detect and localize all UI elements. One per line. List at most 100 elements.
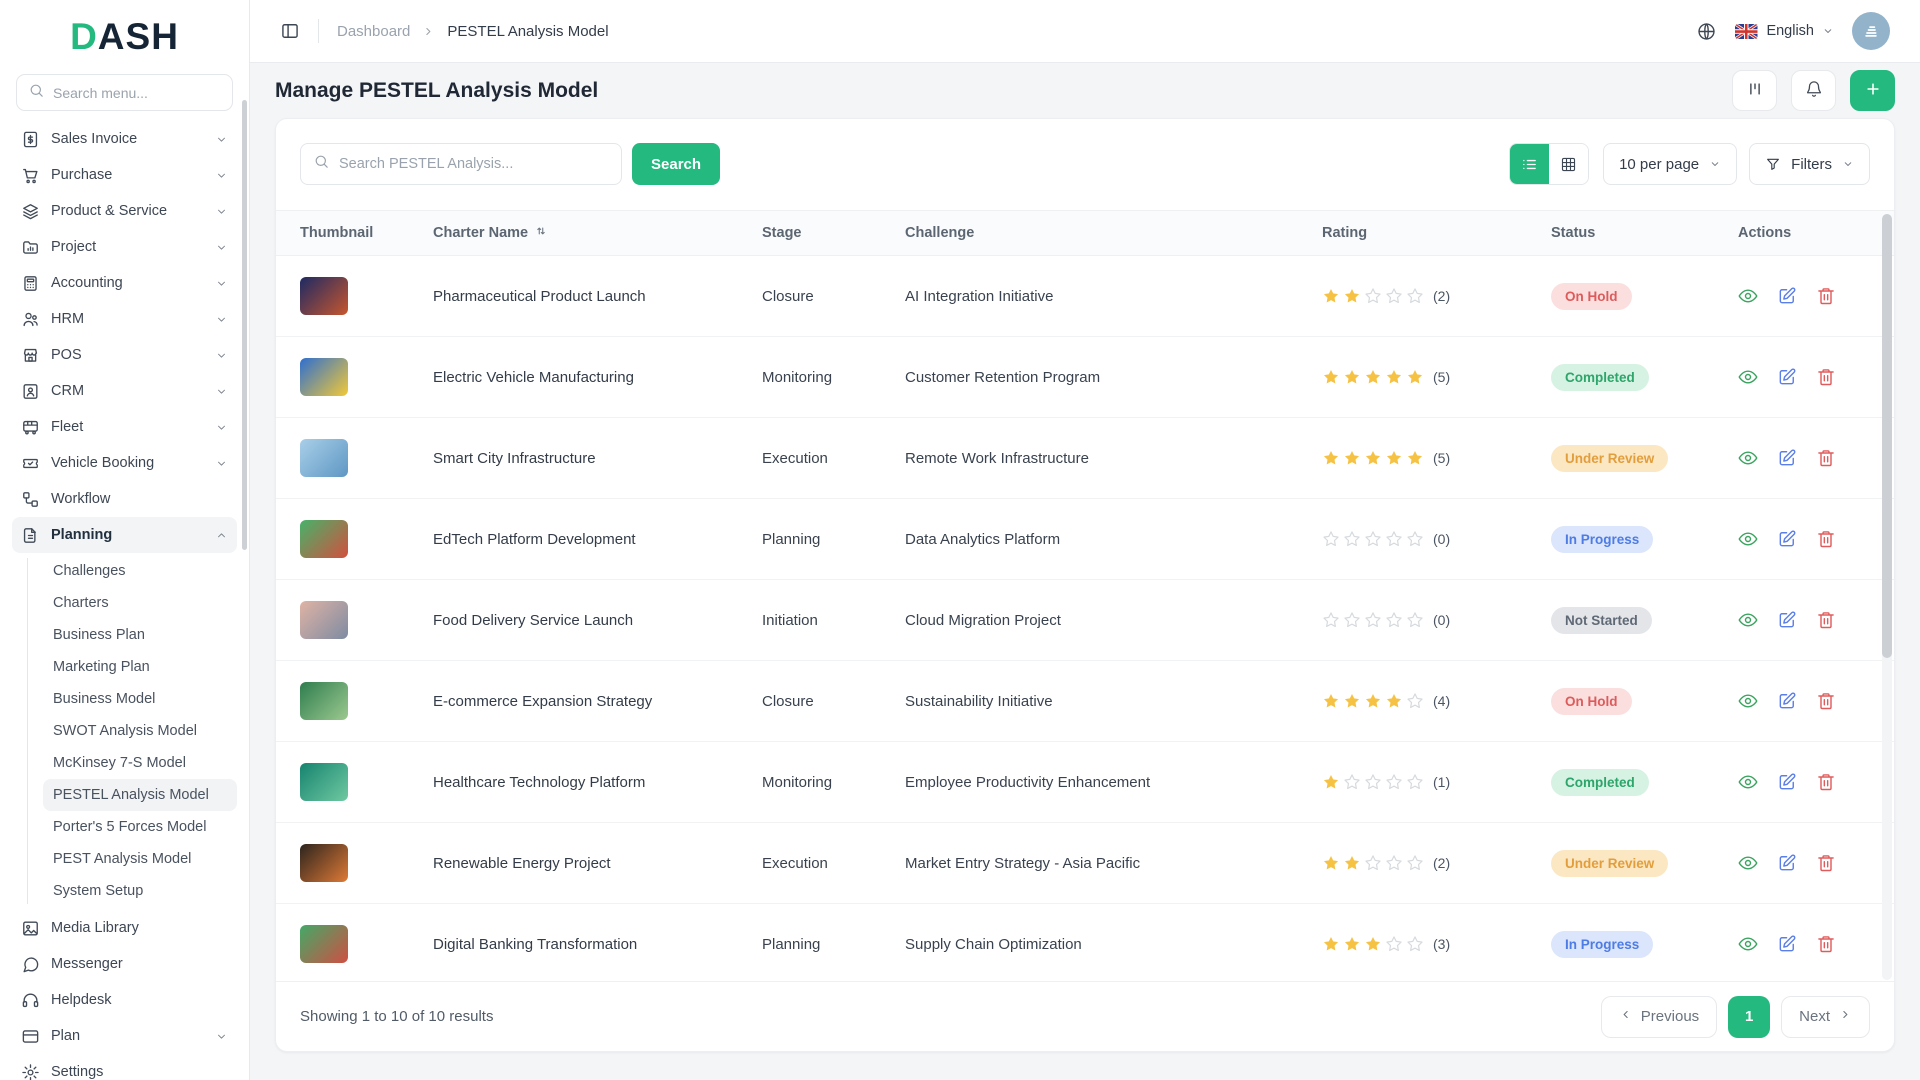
grid-view-button[interactable] xyxy=(1549,144,1589,184)
sidebar-item-label: Purchase xyxy=(51,167,113,183)
cell-actions xyxy=(1738,286,1870,306)
edit-button[interactable] xyxy=(1777,448,1797,468)
sidebar-item-crm[interactable]: CRM xyxy=(12,373,237,409)
delete-button[interactable] xyxy=(1816,610,1836,630)
kanban-view-button[interactable] xyxy=(1732,70,1777,111)
sidebar-subitem-pestel-analysis-model[interactable]: PESTEL Analysis Model xyxy=(43,779,237,811)
sidebar-item-media-library[interactable]: Media Library xyxy=(12,910,237,946)
previous-page-button[interactable]: Previous xyxy=(1600,995,1718,1038)
sidebar-item-project[interactable]: Project xyxy=(12,229,237,265)
star-empty-icon xyxy=(1344,774,1360,790)
view-button[interactable] xyxy=(1738,448,1758,468)
sidebar-item-messenger[interactable]: Messenger xyxy=(12,946,237,982)
sidebar-item-sales-invoice[interactable]: Sales Invoice xyxy=(12,121,237,157)
sidebar-item-planning[interactable]: Planning xyxy=(12,517,237,553)
delete-button[interactable] xyxy=(1816,367,1836,387)
notifications-button[interactable] xyxy=(1791,70,1836,111)
sidebar-search[interactable] xyxy=(16,74,233,111)
sidebar-subitem-business-model[interactable]: Business Model xyxy=(43,683,237,715)
user-avatar[interactable] xyxy=(1852,12,1890,50)
table-search-input[interactable] xyxy=(339,156,609,172)
bell-icon xyxy=(1805,80,1823,101)
sidebar-subitem-pest-analysis-model[interactable]: PEST Analysis Model xyxy=(43,843,237,875)
sidebar-subitem-swot-analysis-model[interactable]: SWOT Analysis Model xyxy=(43,715,237,747)
sidebar-subitem-charters[interactable]: Charters xyxy=(43,587,237,619)
edit-button[interactable] xyxy=(1777,610,1797,630)
sidebar-item-purchase[interactable]: Purchase xyxy=(12,157,237,193)
view-button[interactable] xyxy=(1738,610,1758,630)
view-button[interactable] xyxy=(1738,934,1758,954)
table-scrollbar-thumb[interactable] xyxy=(1882,214,1892,659)
edit-button[interactable] xyxy=(1777,529,1797,549)
search-button[interactable]: Search xyxy=(632,143,721,185)
view-button[interactable] xyxy=(1738,367,1758,387)
rating-count: (2) xyxy=(1433,288,1451,304)
delete-button[interactable] xyxy=(1816,286,1836,306)
star-empty-icon xyxy=(1365,774,1381,790)
chevron-down-icon xyxy=(215,277,228,290)
header-status: Status xyxy=(1551,225,1596,241)
next-page-button[interactable]: Next xyxy=(1781,995,1870,1038)
delete-button[interactable] xyxy=(1816,853,1836,873)
globe-icon[interactable] xyxy=(1696,21,1717,42)
edit-button[interactable] xyxy=(1777,367,1797,387)
delete-button[interactable] xyxy=(1816,691,1836,711)
header-actions: Actions xyxy=(1738,225,1792,241)
per-page-select[interactable]: 10 per page xyxy=(1603,143,1738,185)
sidebar-scrollbar[interactable] xyxy=(242,100,247,550)
view-button[interactable] xyxy=(1738,286,1758,306)
view-button[interactable] xyxy=(1738,691,1758,711)
cell-challenge: Customer Retention Program xyxy=(905,368,1101,386)
edit-button[interactable] xyxy=(1777,853,1797,873)
delete-button[interactable] xyxy=(1816,448,1836,468)
edit-button[interactable] xyxy=(1777,934,1797,954)
sidebar-subitem-challenges[interactable]: Challenges xyxy=(43,555,237,587)
sidebar-item-accounting[interactable]: Accounting xyxy=(12,265,237,301)
sidebar-item-hrm[interactable]: HRM xyxy=(12,301,237,337)
cell-charter-name: Healthcare Technology Platform xyxy=(433,773,646,791)
edit-button[interactable] xyxy=(1777,691,1797,711)
table-row: Electric Vehicle Manufacturing Monitoring… xyxy=(276,337,1894,418)
sidebar-toggle-icon[interactable] xyxy=(280,21,300,41)
view-button[interactable] xyxy=(1738,529,1758,549)
sidebar-item-workflow[interactable]: Workflow xyxy=(12,481,237,517)
sidebar-item-fleet[interactable]: Fleet xyxy=(12,409,237,445)
sidebar-subitem-business-plan[interactable]: Business Plan xyxy=(43,619,237,651)
breadcrumb-home[interactable]: Dashboard xyxy=(337,23,410,40)
star-filled-icon xyxy=(1365,450,1381,465)
table-search[interactable] xyxy=(300,143,622,185)
sidebar-subitem-marketing-plan[interactable]: Marketing Plan xyxy=(43,651,237,683)
sidebar-item-product-service[interactable]: Product & Service xyxy=(12,193,237,229)
delete-button[interactable] xyxy=(1816,529,1836,549)
chevron-down-icon xyxy=(1822,25,1834,37)
chevron-down-icon xyxy=(215,385,228,398)
delete-button[interactable] xyxy=(1816,934,1836,954)
view-button[interactable] xyxy=(1738,772,1758,792)
sidebar-item-pos[interactable]: POS xyxy=(12,337,237,373)
delete-button[interactable] xyxy=(1816,772,1836,792)
filters-button[interactable]: Filters xyxy=(1749,143,1870,185)
sidebar-subitem-system-setup[interactable]: System Setup xyxy=(43,875,237,907)
sidebar-item-vehicle-booking[interactable]: Vehicle Booking xyxy=(12,445,237,481)
sidebar-subitem-porter-s-5-forces-model[interactable]: Porter's 5 Forces Model xyxy=(43,811,237,843)
edit-button[interactable] xyxy=(1777,286,1797,306)
sidebar-item-settings[interactable]: Settings xyxy=(12,1054,237,1080)
star-filled-icon xyxy=(1386,369,1402,384)
cell-charter-name: Renewable Energy Project xyxy=(433,854,611,872)
table-scrollbar[interactable] xyxy=(1882,214,1892,980)
list-view-button[interactable] xyxy=(1510,144,1550,184)
sidebar-item-helpdesk[interactable]: Helpdesk xyxy=(12,982,237,1018)
star-filled-icon xyxy=(1344,369,1360,384)
sidebar-subitem-mckinsey-7-s-model[interactable]: McKinsey 7-S Model xyxy=(43,747,237,779)
add-new-button[interactable] xyxy=(1850,70,1895,111)
language-selector[interactable]: English xyxy=(1735,23,1834,39)
header-charter-name[interactable]: Charter Name xyxy=(433,224,762,242)
cell-actions xyxy=(1738,691,1870,711)
edit-button[interactable] xyxy=(1777,772,1797,792)
workflow-icon xyxy=(21,490,40,509)
sidebar-item-plan[interactable]: Plan xyxy=(12,1018,237,1054)
sidebar-search-input[interactable] xyxy=(53,84,221,101)
view-button[interactable] xyxy=(1738,853,1758,873)
sort-icon[interactable] xyxy=(534,224,548,242)
current-page-button[interactable]: 1 xyxy=(1728,995,1771,1038)
